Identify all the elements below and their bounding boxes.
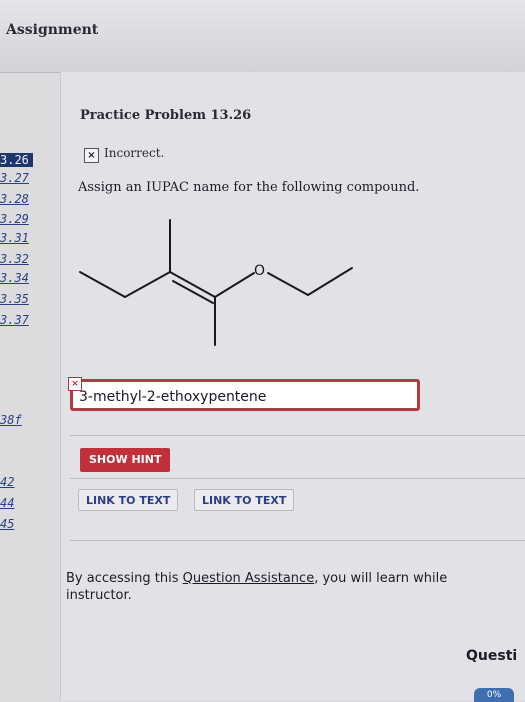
assistance-notice: By accessing this Question Assistance, y… [66,570,525,604]
bond-line [124,271,171,298]
assistance-prefix: By accessing this [66,571,183,586]
bond-line [214,272,255,298]
sidebar-item-3-35[interactable]: 3.35 [0,292,29,306]
sidebar-item-38f[interactable]: 38f [0,413,22,427]
page-title: Assignment [6,22,99,38]
divider [70,435,525,436]
sidebar-item-3-27[interactable]: 3.27 [0,171,29,185]
answer-input[interactable] [70,379,420,411]
question-assistance-link[interactable]: Question Assistance [183,571,315,586]
header-bar: Assignment [0,0,525,73]
sidebar-item-3-26[interactable]: 3.26 [0,153,33,167]
bond-line [307,267,353,296]
sidebar-item-3-32[interactable]: 3.32 [0,252,29,266]
assistance-suffix: , you will learn while [314,571,448,586]
sidebar-item-3-31[interactable]: 3.31 [0,231,29,245]
divider [70,478,525,479]
sidebar-item-3-34[interactable]: 3.34 [0,271,29,285]
sidebar-item-3-37[interactable]: 3.37 [0,313,29,327]
question-assistance-button[interactable]: Questi [466,648,517,664]
assistance-line2: instructor. [66,588,132,603]
bond-line [79,271,126,298]
link-to-text-button-2[interactable]: LINK TO TEXT [194,489,295,511]
molecule-structure: O [79,219,353,346]
sidebar-item-3-28[interactable]: 3.28 [0,192,29,206]
oxygen-atom-label: O [254,263,265,279]
sidebar-item-42[interactable]: 42 [0,475,14,489]
sidebar-item-45[interactable]: 45 [0,517,14,531]
question-text: Assign an IUPAC name for the following c… [78,180,420,195]
double-bond-line [169,271,216,298]
show-hint-button[interactable]: SHOW HINT [80,448,171,472]
x-box-icon: × [84,148,99,163]
incorrect-mark-icon: × [68,377,82,391]
status-incorrect-label: Incorrect. [104,146,165,160]
bond-line [267,272,309,296]
divider [70,540,525,541]
problem-title: Practice Problem 13.26 [80,108,252,123]
link-to-text-button-1[interactable]: LINK TO TEXT [78,489,179,511]
sidebar-item-44[interactable]: 44 [0,496,14,510]
sidebar-item-3-29[interactable]: 3.29 [0,212,29,226]
